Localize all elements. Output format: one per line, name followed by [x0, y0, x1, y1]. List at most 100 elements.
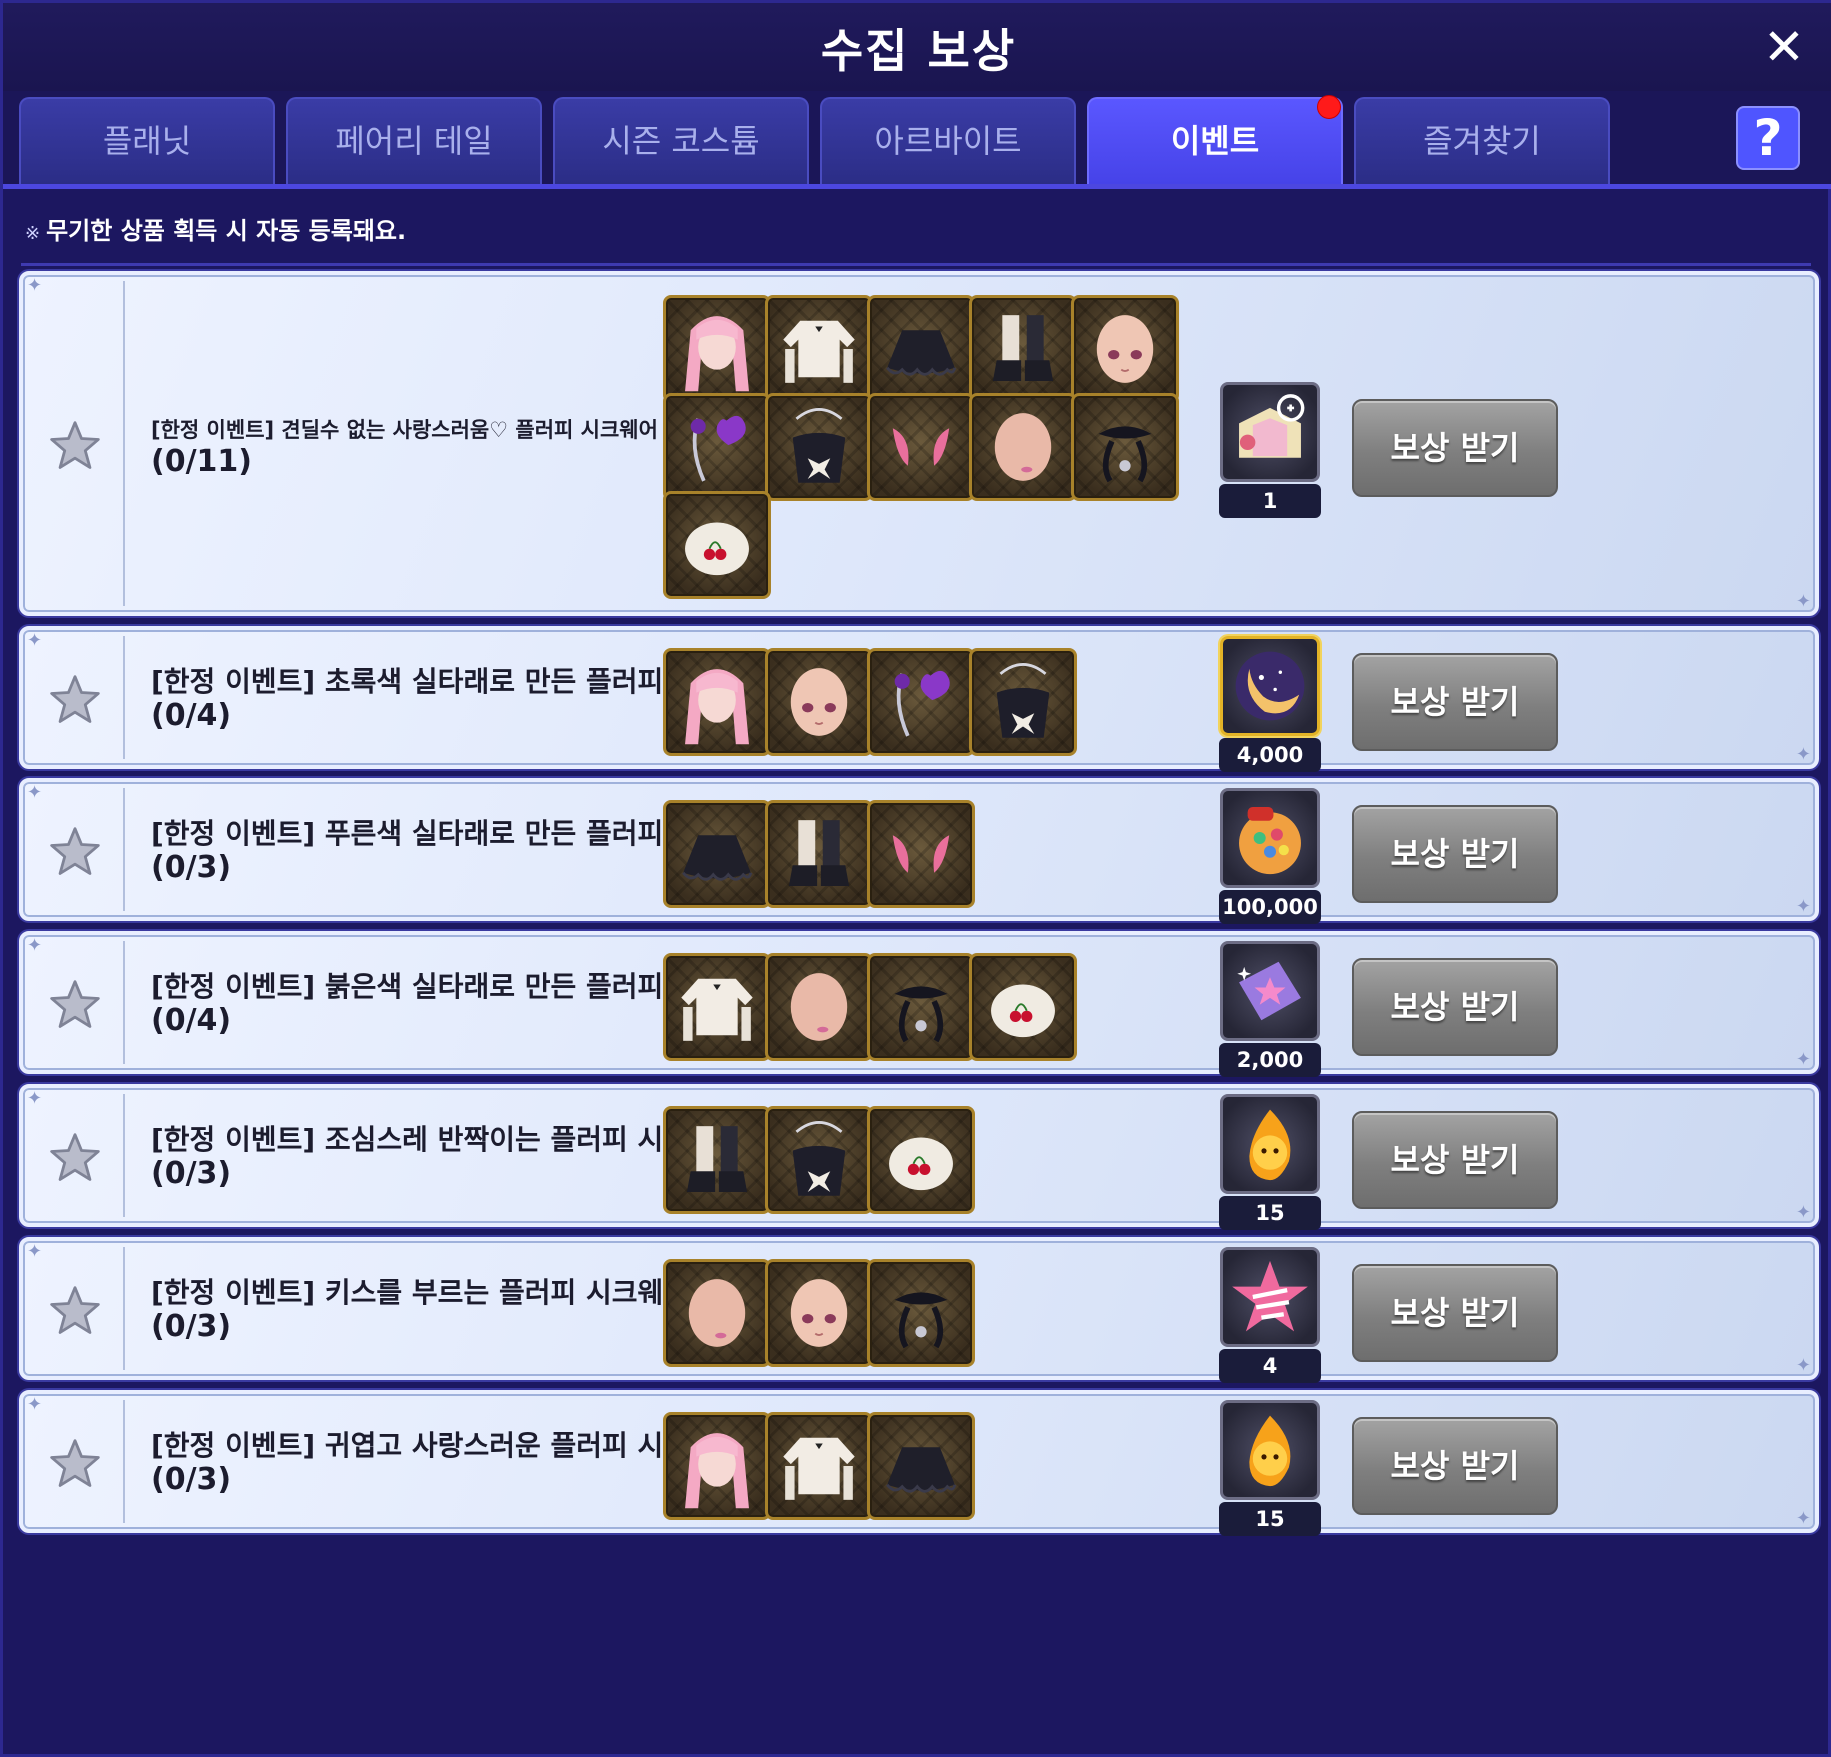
- item-slot[interactable]: [765, 393, 873, 501]
- reward-count: 15: [1219, 1501, 1321, 1536]
- collection-progress: (0/3): [151, 849, 232, 885]
- reward-item[interactable]: [1220, 635, 1320, 736]
- claim-reward-button[interactable]: 보상 받기: [1352, 957, 1558, 1056]
- card-separator: [123, 788, 125, 911]
- reward-item[interactable]: [1220, 787, 1320, 888]
- tab-favorites[interactable]: 즐겨찾기: [1354, 97, 1610, 184]
- item-slot[interactable]: [867, 295, 975, 403]
- corner-ornament: ✦: [27, 1241, 43, 1262]
- corner-ornament: ✦: [1795, 1508, 1811, 1529]
- favorite-star-icon[interactable]: [47, 824, 103, 880]
- item-slot[interactable]: [1071, 393, 1179, 501]
- favorite-star-icon[interactable]: [47, 977, 103, 1033]
- item-slot[interactable]: [765, 1105, 873, 1214]
- tab-fairy-tale[interactable]: 페어리 테일: [286, 97, 542, 184]
- item-slot[interactable]: [867, 1411, 975, 1520]
- collection-card: ✦ ✦ [한정 이벤트] 푸른색 실타래로 만든 플러피 시크웨어 (0/3) 100,…: [19, 778, 1819, 924]
- collection-progress: (0/3): [151, 1155, 232, 1191]
- corner-ornament: ✦: [1795, 1355, 1811, 1376]
- tab-season-costume[interactable]: 시즌 코스튬: [553, 97, 809, 184]
- collection-progress: (0/4): [151, 1002, 232, 1038]
- reward-item[interactable]: [1220, 940, 1320, 1041]
- collection-progress: (0/3): [151, 1461, 232, 1497]
- item-slot[interactable]: [867, 647, 975, 756]
- corner-ornament: ✦: [1795, 1202, 1811, 1223]
- card-separator: [123, 636, 125, 759]
- tab-event[interactable]: 이벤트: [1087, 95, 1343, 184]
- collection-card: ✦ ✦ [한정 이벤트] 견딜수 없는 사랑스러움♡ 플러피 시크웨어 풀 세트 (0…: [19, 271, 1819, 616]
- reward-item[interactable]: [1220, 381, 1320, 482]
- notification-dot: [1317, 95, 1341, 119]
- item-slot[interactable]: [663, 799, 771, 908]
- item-slot[interactable]: [663, 952, 771, 1061]
- collection-card: ✦ ✦ [한정 이벤트] 초록색 실타래로 만든 플러피 시크웨어 (0/4) 4,00…: [19, 626, 1819, 772]
- favorite-star-icon[interactable]: [47, 418, 103, 474]
- item-slot[interactable]: [765, 295, 873, 403]
- item-slot[interactable]: [765, 647, 873, 756]
- item-slot[interactable]: [969, 295, 1077, 403]
- corner-ornament: ✦: [27, 782, 43, 803]
- collection-progress: (0/11): [151, 443, 253, 479]
- notice-mark: ※: [25, 223, 41, 244]
- claim-reward-button[interactable]: 보상 받기: [1352, 1263, 1558, 1362]
- card-separator: [123, 1400, 125, 1523]
- claim-reward-button[interactable]: 보상 받기: [1352, 804, 1558, 903]
- item-slot[interactable]: [867, 1105, 975, 1214]
- corner-ornament: ✦: [27, 630, 43, 651]
- item-slot[interactable]: [867, 799, 975, 908]
- item-slot[interactable]: [969, 647, 1077, 756]
- favorite-star-icon[interactable]: [47, 1283, 103, 1339]
- window-title: 수집 보상: [820, 24, 1017, 78]
- item-slot[interactable]: [663, 1258, 771, 1367]
- corner-ornament: ✦: [1795, 896, 1811, 917]
- auto-register-notice: ※ 무기한 상품 획득 시 자동 등록돼요.: [25, 211, 406, 246]
- title-bar: 수집 보상 ✕: [3, 3, 1831, 91]
- claim-reward-button[interactable]: 보상 받기: [1352, 1416, 1558, 1515]
- item-slot[interactable]: [1071, 295, 1179, 403]
- item-slot[interactable]: [765, 1258, 873, 1367]
- item-slot[interactable]: [765, 799, 873, 908]
- close-icon[interactable]: ✕: [1760, 22, 1808, 72]
- claim-reward-button[interactable]: 보상 받기: [1352, 398, 1558, 497]
- item-slot[interactable]: [867, 393, 975, 501]
- item-slot[interactable]: [969, 393, 1077, 501]
- item-slot[interactable]: [663, 393, 771, 501]
- card-separator: [123, 941, 125, 1064]
- corner-ornament: ✦: [1795, 744, 1811, 765]
- claim-reward-button[interactable]: 보상 받기: [1352, 1110, 1558, 1209]
- corner-ornament: ✦: [27, 1088, 43, 1109]
- divider: [21, 263, 1811, 266]
- reward-item[interactable]: [1220, 1246, 1320, 1347]
- item-slot[interactable]: [765, 1411, 873, 1520]
- collection-card: ✦ ✦ [한정 이벤트] 키스를 부르는 플러피 시크웨어 (0/3) 4 보상 받기: [19, 1237, 1819, 1383]
- reward-item[interactable]: [1220, 1093, 1320, 1194]
- help-button[interactable]: ?: [1736, 106, 1800, 170]
- card-separator: [123, 1247, 125, 1370]
- tab-bar: 플래닛 페어리 테일 시즌 코스튬 아르바이트 이벤트 즐겨찾기: [3, 91, 1831, 189]
- tab-planet[interactable]: 플래닛: [19, 97, 275, 184]
- reward-item[interactable]: [1220, 1399, 1320, 1500]
- collection-progress: (0/4): [151, 697, 232, 733]
- favorite-star-icon[interactable]: [47, 672, 103, 728]
- tab-event-label: 이벤트: [1170, 122, 1260, 160]
- collection-reward-window: 수집 보상 ✕ 플래닛 페어리 테일 시즌 코스튬 아르바이트 이벤트 즐겨찾기…: [0, 0, 1831, 1757]
- tab-part-time[interactable]: 아르바이트: [820, 97, 1076, 184]
- reward-count: 100,000: [1219, 889, 1321, 924]
- favorite-star-icon[interactable]: [47, 1436, 103, 1492]
- item-slot[interactable]: [663, 491, 771, 599]
- reward-count: 1: [1219, 483, 1321, 518]
- item-slot[interactable]: [867, 952, 975, 1061]
- item-slot[interactable]: [867, 1258, 975, 1367]
- reward-count: 4,000: [1219, 737, 1321, 772]
- item-slot[interactable]: [969, 952, 1077, 1061]
- item-slot[interactable]: [663, 1105, 771, 1214]
- corner-ornament: ✦: [27, 1394, 43, 1415]
- favorite-star-icon[interactable]: [47, 1130, 103, 1186]
- item-slot[interactable]: [663, 295, 771, 403]
- collection-card: ✦ ✦ [한정 이벤트] 붉은색 실타래로 만든 플러피 시크웨어 (0/4) 2,00…: [19, 931, 1819, 1077]
- item-slot[interactable]: [663, 647, 771, 756]
- claim-reward-button[interactable]: 보상 받기: [1352, 652, 1558, 751]
- card-separator: [123, 1094, 125, 1217]
- item-slot[interactable]: [765, 952, 873, 1061]
- item-slot[interactable]: [663, 1411, 771, 1520]
